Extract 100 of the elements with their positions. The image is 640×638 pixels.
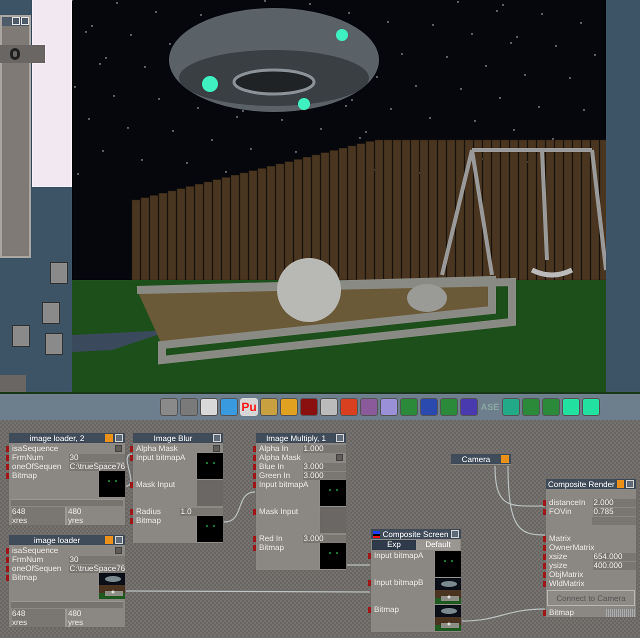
port-label: Red In xyxy=(259,534,284,543)
bitmap-preview xyxy=(435,551,461,577)
pair-right-text: yres xyxy=(67,618,84,627)
connection-wire xyxy=(224,491,256,523)
tab[interactable]: Exp xyxy=(372,540,416,550)
checkbox[interactable] xyxy=(213,445,220,452)
port-label: Input bitmapA xyxy=(259,480,310,489)
object-thumbnail[interactable] xyxy=(42,302,60,324)
pair-left-text: 648 xyxy=(12,609,67,618)
port-label: Bitmap xyxy=(12,573,38,582)
checkbox[interactable] xyxy=(115,445,122,452)
node-title: Camera xyxy=(460,454,492,464)
toolbar-tool[interactable]: Pu xyxy=(240,398,258,416)
object-thumbnail-strip[interactable] xyxy=(0,45,45,63)
value-field[interactable]: 3.000 xyxy=(302,534,346,542)
value-field[interactable]: C:\trueSpace76 xyxy=(68,462,125,470)
value-field[interactable]: 1.000 xyxy=(302,444,346,452)
node-title-bar[interactable]: Camera xyxy=(451,454,511,464)
input-port[interactable] xyxy=(543,610,546,616)
port-label: Bitmap xyxy=(374,605,400,614)
toolbar-tool-icon[interactable] xyxy=(260,398,278,416)
node-title: Image Multiply, 1 xyxy=(265,434,327,442)
port-label: oneOfSequen xyxy=(12,564,62,573)
port-label: isaSequence xyxy=(12,444,60,453)
port-label: Matrix xyxy=(549,534,571,543)
value-field[interactable]: 654.000 xyxy=(592,552,636,560)
toolbar-tool-icon[interactable] xyxy=(220,398,238,416)
toolbar-tool-icon[interactable] xyxy=(562,398,580,416)
toolbar-tool-icon[interactable] xyxy=(380,398,398,416)
splitter-bar[interactable] xyxy=(11,601,123,608)
port-label: Radius xyxy=(136,507,162,516)
port-label: Green In xyxy=(259,471,292,480)
toolbar-tool-icon[interactable] xyxy=(502,398,520,416)
bitmap-preview xyxy=(197,453,223,479)
port-label: Input bitmapA xyxy=(136,453,186,462)
value-field[interactable]: 30 xyxy=(68,454,125,462)
checkbox[interactable] xyxy=(115,547,122,554)
port-label: Alpha Mask xyxy=(259,453,302,462)
pair-right-text: yres xyxy=(67,516,84,525)
node-title: Image Blur xyxy=(152,434,194,442)
value-field[interactable]: 1.0 xyxy=(180,508,223,516)
texture-swatch xyxy=(606,608,636,616)
port-label: isaSequence xyxy=(12,546,60,555)
port-label: Input bitmapA xyxy=(374,551,424,560)
port-label: Alpha Mask xyxy=(136,444,179,453)
object-thumbnail[interactable] xyxy=(12,325,30,347)
port-label: Mask Input xyxy=(136,480,176,489)
port-label: Input bitmapB xyxy=(374,578,424,587)
splitter-bar[interactable] xyxy=(11,499,123,506)
connection-wire xyxy=(347,564,370,566)
input-port[interactable] xyxy=(130,482,133,488)
maximize-icon[interactable] xyxy=(12,17,20,25)
port-label: FrmNum xyxy=(12,453,44,462)
input-port[interactable] xyxy=(368,553,371,559)
settings-button[interactable] xyxy=(616,480,624,488)
input-port[interactable] xyxy=(368,607,371,613)
input-port[interactable] xyxy=(368,580,371,586)
object-thumbnail[interactable] xyxy=(50,262,68,284)
port-label: FOVin xyxy=(549,507,573,516)
toolbar-tool-icon[interactable] xyxy=(582,398,600,416)
tab[interactable]: Default xyxy=(416,540,460,550)
pair-right-text: 480 xyxy=(67,507,82,516)
toolbar-tool-icon[interactable] xyxy=(320,398,338,416)
value-field[interactable]: 30 xyxy=(68,556,125,564)
connection-wire xyxy=(126,453,132,487)
node-title-bar[interactable]: image loader, 2 xyxy=(9,433,125,443)
pair-right-text: 480 xyxy=(67,609,82,618)
port-label: Bitmap xyxy=(136,516,162,525)
port-label: WldMatrix xyxy=(549,579,585,588)
connect-button[interactable]: Connect to Camera xyxy=(547,590,635,606)
port-label: OwnerMatrix xyxy=(549,543,594,552)
node-title: Composite Screen xyxy=(382,530,449,538)
node-title-bar[interactable]: Image Multiply, 1 xyxy=(256,433,346,443)
node-title: image loader, 2 xyxy=(28,434,86,442)
port-label: Bitmap xyxy=(259,543,285,552)
empty-field[interactable] xyxy=(592,517,636,525)
port-label: Blue In xyxy=(259,462,285,471)
node-title-bar[interactable]: Composite Screen xyxy=(371,529,461,539)
pair-left-text: xres xyxy=(12,618,67,627)
value-field[interactable]: 0.785 xyxy=(592,508,636,516)
port-label: Alpha In xyxy=(259,444,290,453)
port-label: xsize xyxy=(549,552,568,561)
value-field[interactable]: 400.000 xyxy=(592,562,636,570)
port-label: oneOfSequen xyxy=(12,462,62,471)
value-field[interactable]: 3.000 xyxy=(302,472,346,480)
port-label: Bitmap xyxy=(12,471,38,480)
value-field[interactable]: 3.000 xyxy=(302,462,346,470)
toolbar-tool-icon[interactable] xyxy=(160,398,178,416)
checkbox[interactable] xyxy=(336,454,343,461)
port-label: distanceIn xyxy=(549,498,586,507)
object-thumbnail[interactable] xyxy=(45,333,63,355)
value-field[interactable]: C:\trueSpace76 xyxy=(68,564,125,572)
node-title-bar[interactable]: Image Blur xyxy=(133,433,223,443)
node-title-bar[interactable]: image loader xyxy=(9,535,125,545)
object-thumbnail-strip[interactable] xyxy=(0,375,26,392)
toolbar-tool-icon[interactable] xyxy=(280,398,298,416)
toolbar-tool-icon[interactable] xyxy=(200,398,218,416)
input-port[interactable] xyxy=(253,509,256,515)
value-field[interactable]: 2.000 xyxy=(592,498,636,506)
node-title-bar[interactable]: Composite Render xyxy=(546,479,636,489)
